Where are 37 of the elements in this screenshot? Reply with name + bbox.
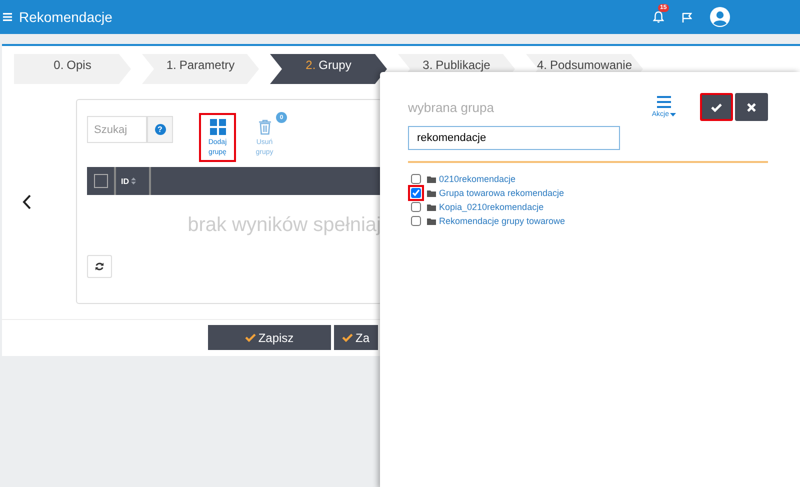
group-link[interactable]: Rekomendacje grupy towarowe (439, 216, 566, 226)
sort-icon (131, 177, 136, 185)
grid-icon (210, 119, 226, 135)
group-search-field[interactable]: rekomendacje (408, 126, 620, 150)
menu-icon (656, 96, 671, 108)
group-link[interactable]: Kopia_0210rekomendacje (439, 202, 544, 212)
close-button[interactable] (735, 93, 768, 121)
check-icon (342, 333, 354, 342)
group-checkbox[interactable] (408, 199, 424, 215)
wizard-step[interactable]: 0. Opis (14, 54, 131, 84)
group-link[interactable]: 0210rekomendacje (439, 174, 516, 184)
caret-icon (670, 112, 676, 116)
menu-icon[interactable] (3, 13, 12, 21)
confirm-button[interactable] (700, 93, 733, 121)
search-field[interactable]: Szukaj (87, 116, 147, 143)
flag-icon[interactable] (682, 12, 692, 22)
bell-icon[interactable] (653, 11, 664, 23)
check-icon (245, 333, 256, 342)
wizard-step[interactable]: 2. Grupy (270, 54, 387, 84)
app-title: Rekomendacje (19, 9, 112, 25)
save-button[interactable]: Za (334, 325, 378, 350)
wizard-step[interactable]: 1. Parametry (142, 54, 259, 84)
group-checkbox[interactable] (408, 185, 424, 201)
check-icon (711, 102, 722, 112)
close-icon (747, 102, 756, 112)
group-link[interactable]: Grupa towarowa rekomendacje (439, 188, 564, 198)
trash-icon (258, 119, 272, 135)
refresh-button[interactable] (87, 255, 112, 278)
group-checkbox[interactable] (408, 213, 424, 229)
refresh-icon (95, 262, 104, 271)
help-button[interactable]: ? (147, 116, 173, 143)
avatar-icon[interactable] (710, 7, 730, 27)
save-button[interactable]: Zapisz (208, 325, 331, 350)
dialog-title: wybrana grupa (408, 100, 495, 114)
group-checkbox[interactable] (408, 171, 424, 187)
select-all-checkbox[interactable] (94, 174, 108, 188)
column-header[interactable]: ID (116, 167, 151, 195)
